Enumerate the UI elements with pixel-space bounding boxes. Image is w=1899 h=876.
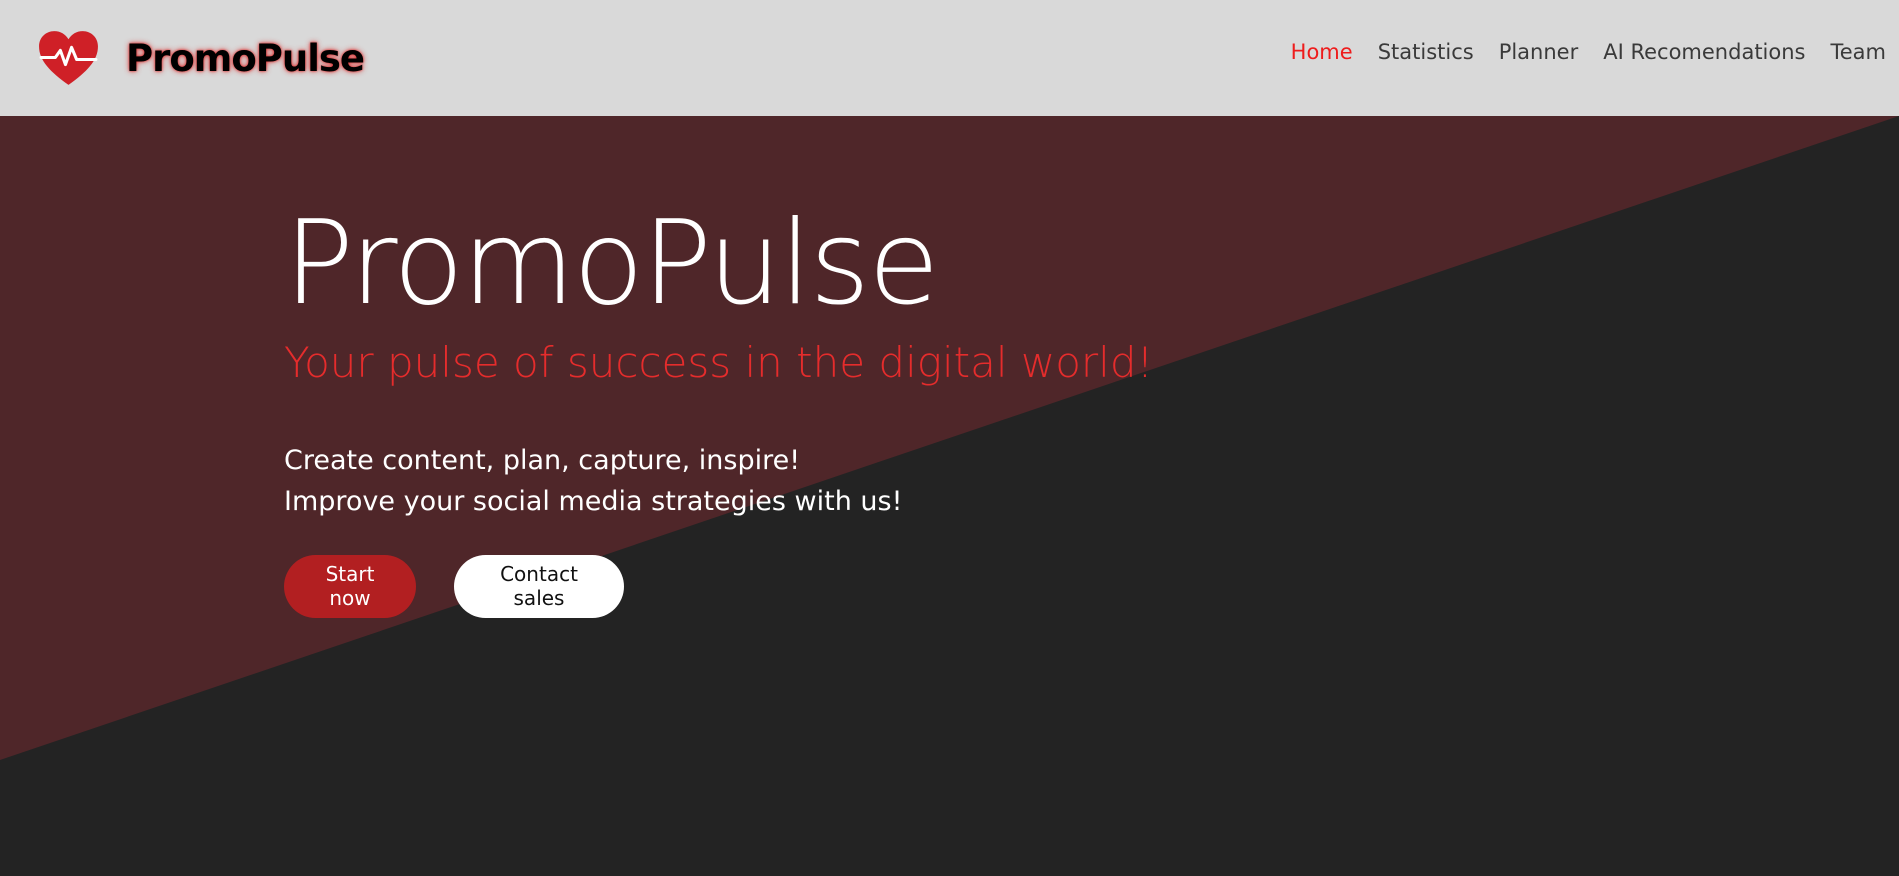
heart-pulse-icon (39, 30, 98, 85)
contact-sales-button[interactable]: Contact sales (454, 554, 624, 618)
hero-tagline: Your pulse of success in the digital wor… (284, 337, 1154, 387)
top-navigation: PromoPulse Home Statistics Planner AI Re… (0, 0, 1899, 116)
hero-line-improve: Improve your social media strategies wit… (284, 485, 903, 517)
nav-link-ai-recomendations[interactable]: AI Recomendations (1603, 40, 1805, 64)
main-nav: Home Statistics Planner AI Recomendation… (1291, 40, 1886, 64)
hero-title: PromoPulse (284, 196, 939, 331)
nav-link-planner[interactable]: Planner (1499, 40, 1579, 64)
hero-section: PromoPulse Your pulse of success in the … (284, 200, 1484, 618)
brand-home-link[interactable]: PromoPulse (36, 28, 365, 88)
nav-link-home[interactable]: Home (1291, 40, 1353, 64)
hero-line-create: Create content, plan, capture, inspire! (284, 444, 801, 476)
start-now-button[interactable]: Start now (284, 554, 416, 618)
hero-actions: Start now Contact sales (284, 554, 1484, 618)
brand-name: PromoPulse (126, 36, 365, 80)
hero-description: Create content, plan, capture, inspire! … (284, 440, 1484, 522)
page: PromoPulse Home Statistics Planner AI Re… (0, 0, 1899, 876)
nav-link-statistics[interactable]: Statistics (1378, 40, 1474, 64)
nav-link-team[interactable]: Team (1830, 40, 1886, 64)
